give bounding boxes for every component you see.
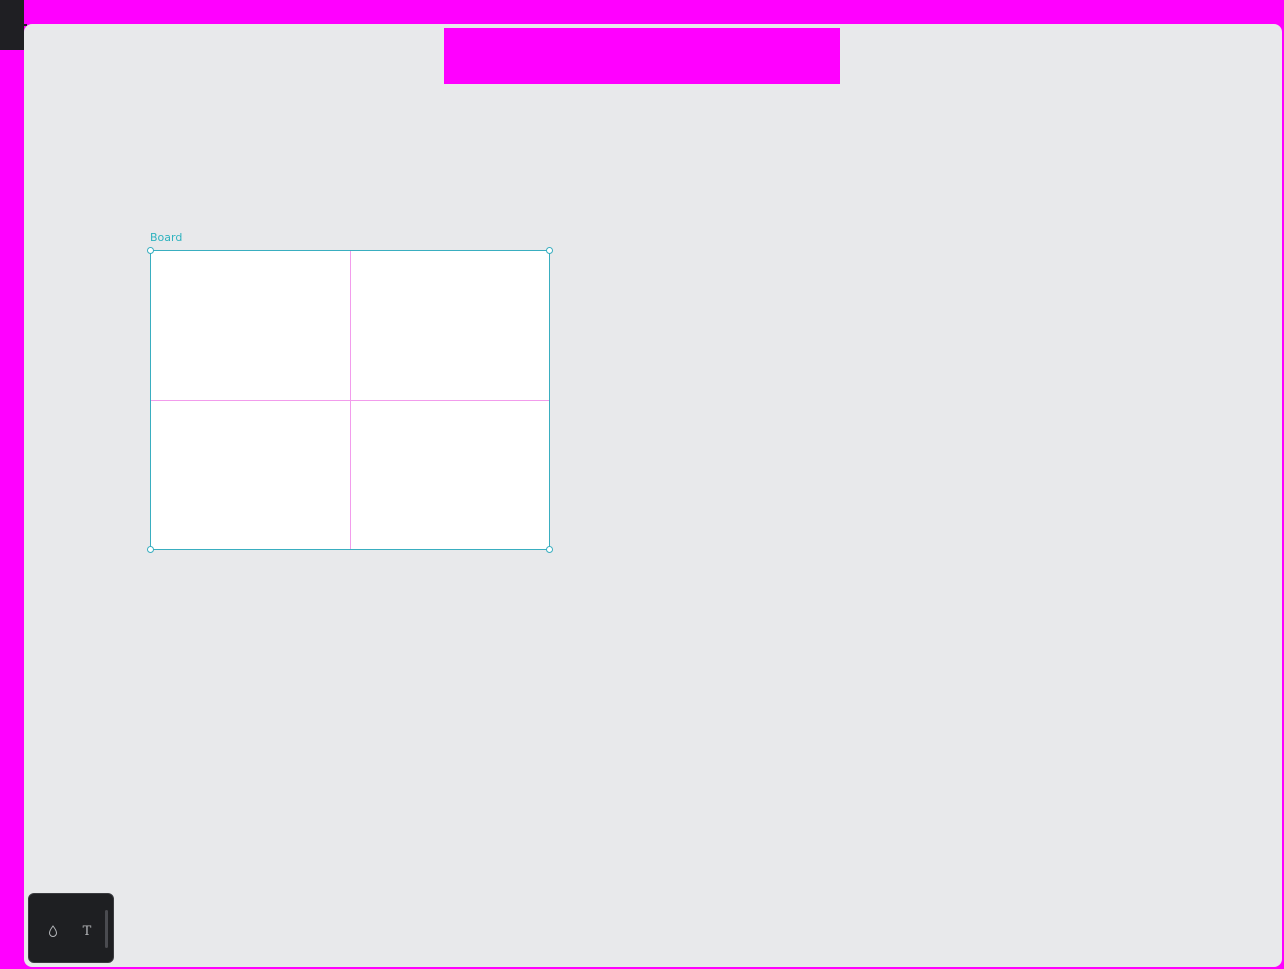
top-center-header-block (444, 28, 840, 84)
resize-handle-top-right[interactable] (546, 247, 553, 254)
text-icon: T (82, 923, 92, 939)
board-title[interactable]: Board (150, 231, 182, 244)
top-header-bar (24, 0, 1284, 24)
left-sidebar-strip (0, 0, 24, 969)
left-sidebar-header (0, 0, 24, 50)
fill-tool-button[interactable] (42, 920, 64, 942)
canvas-viewport[interactable]: Board T (24, 24, 1282, 967)
resize-handle-top-left[interactable] (147, 247, 154, 254)
board-frame[interactable] (147, 247, 553, 553)
horizontal-guide-line (151, 400, 549, 401)
floating-toolbar: T (28, 893, 114, 963)
text-tool-button[interactable]: T (76, 920, 98, 942)
resize-handle-bottom-left[interactable] (147, 546, 154, 553)
toolbar-drag-handle[interactable] (105, 910, 108, 948)
resize-handle-bottom-right[interactable] (546, 546, 553, 553)
drop-icon (48, 925, 58, 937)
